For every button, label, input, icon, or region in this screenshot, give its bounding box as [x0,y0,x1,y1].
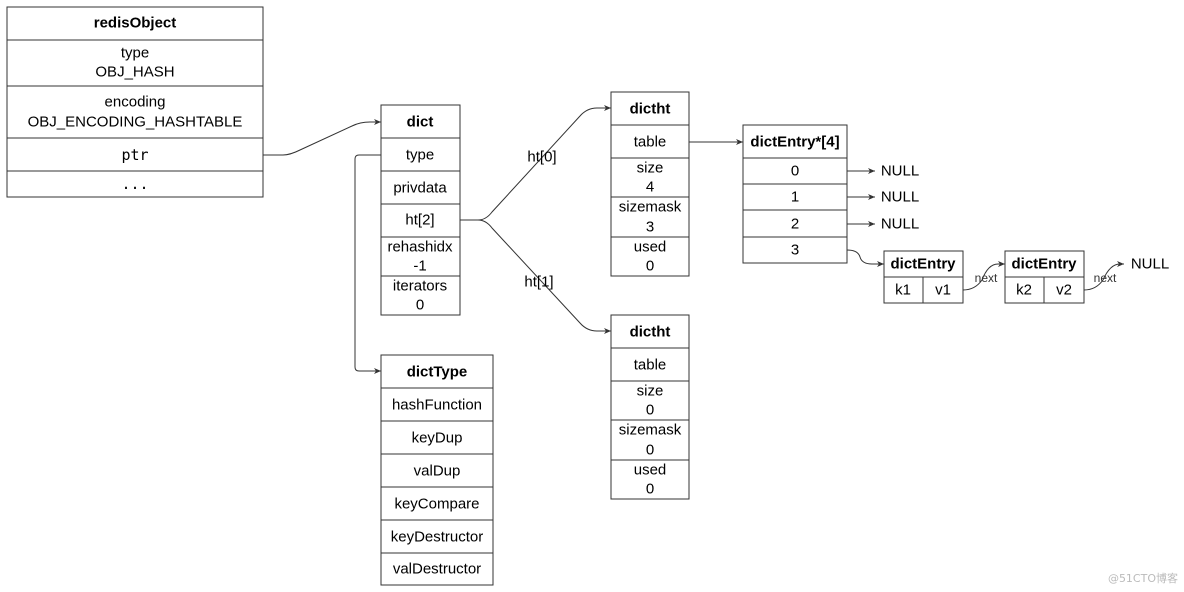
dict-entry-title: dictEntry [890,256,956,273]
redisobject-encoding-label: encoding [105,94,166,111]
dictht-0-size-value: 4 [646,179,654,196]
dictht-1-size-value: 0 [646,402,654,419]
arrow-type-to-dicttype [354,154,381,374]
null-label: NULL [1131,256,1169,273]
dictht-1-table: table [634,357,667,374]
redisobject-type-value: OBJ_HASH [95,64,174,81]
dicttype-field: valDestructor [393,561,481,578]
dict-entry-key: k2 [1016,282,1032,299]
dict-entry-key: k1 [895,282,911,299]
dicttype-field: keyCompare [394,496,479,513]
arrow-slot3-entry [846,249,884,267]
dicttype-field: valDup [414,463,461,480]
dict-rehashidx-value: -1 [413,258,426,275]
dict-entry-value: v1 [935,282,951,299]
dict-title: dict [407,114,434,131]
redisobject-more: ... [121,175,148,193]
redisobject-encoding-value: OBJ_ENCODING_HASHTABLE [28,114,243,131]
entry-table-slot: 1 [791,189,799,206]
entry-table-title: dictEntry*[4] [750,134,839,151]
dict-iterators-label: iterators [393,278,447,295]
dict-rehashidx-label: rehashidx [387,239,453,256]
null-label: NULL [881,189,919,206]
dicttype-struct: dictType hashFunction keyDup valDup keyC… [380,354,494,586]
entry-table-slot: 0 [791,163,799,180]
watermark: @51CTO博客 [1108,571,1178,585]
dict-privdata: privdata [393,180,447,197]
dictht-0-struct: dictht table size 4 sizemask 3 used 0 [610,91,690,277]
redis-hash-diagram: redisObject type OBJ_HASH encoding OBJ_E… [6,6,1178,586]
dict-entry-1: dictEntry k1 v1 [883,250,964,304]
dictht-0-used-value: 0 [646,258,654,275]
entry-table-slot: 3 [791,242,799,259]
dictht-1-title: dictht [630,324,671,341]
dictht-0-used-label: used [634,239,667,256]
redisobject-struct: redisObject type OBJ_HASH encoding OBJ_E… [6,6,264,198]
dictht-1-used-label: used [634,462,667,479]
dict-entry-value: v2 [1056,282,1072,299]
dicttype-field: keyDup [412,430,463,447]
dict-iterators-value: 0 [416,297,424,314]
redisobject-type-label: type [121,45,149,62]
dictht-0-size-label: size [637,160,664,177]
entry-table-struct: dictEntry*[4] 0 1 2 3 NULL NULL NULL NUL… [742,124,1169,273]
dictht-0-sizemask-value: 3 [646,219,654,236]
dict-type: type [406,147,434,164]
dictht-1-size-label: size [637,383,664,400]
null-label: NULL [881,216,919,233]
dict-struct: dict type privdata ht[2] rehashidx -1 it… [380,104,461,316]
dicttype-field: keyDestructor [391,529,484,546]
dictht-1-used-value: 0 [646,481,654,498]
dicttype-field: hashFunction [392,397,482,414]
dict-ht: ht[2] [405,212,434,229]
dict-entry-2: dictEntry k2 v2 [1004,250,1085,304]
dictht-1-struct: dictht table size 0 sizemask 0 used 0 [610,314,690,500]
next-label: next [975,271,998,285]
dictht-0-table: table [634,134,667,151]
dictht-0-sizemask-label: sizemask [619,199,682,216]
dicttype-title: dictType [407,364,468,381]
arrow-ptr-to-dict [263,119,381,156]
ht0-label: ht[0] [527,149,556,166]
ht1-label: ht[1] [524,274,553,291]
next-label: next [1094,271,1117,285]
dictht-1-sizemask-label: sizemask [619,422,682,439]
dictht-1-sizemask-value: 0 [646,442,654,459]
dictht-0-title: dictht [630,101,671,118]
entry-table-slot: 2 [791,216,799,233]
dict-entry-title: dictEntry [1011,256,1077,273]
null-label: NULL [881,163,919,180]
redisobject-title: redisObject [94,15,177,32]
redisobject-ptr: ptr [121,146,148,164]
